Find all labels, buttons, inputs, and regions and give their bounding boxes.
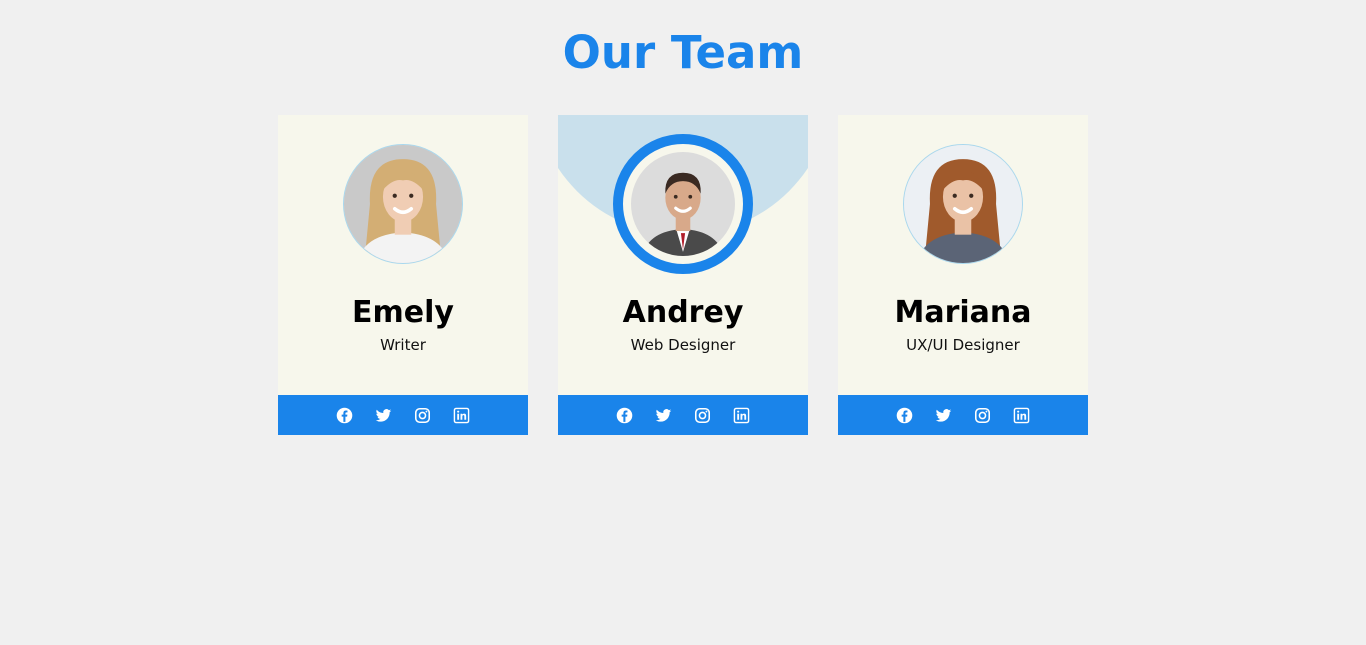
instagram-icon[interactable] [974, 407, 991, 424]
instagram-icon[interactable] [414, 407, 431, 424]
linkedin-icon[interactable] [453, 407, 470, 424]
twitter-icon[interactable] [935, 407, 952, 424]
member-role: Writer [380, 336, 426, 354]
social-bar [558, 395, 808, 435]
member-name: Emely [352, 295, 454, 330]
social-bar [278, 395, 528, 435]
twitter-icon[interactable] [655, 407, 672, 424]
facebook-icon[interactable] [336, 407, 353, 424]
team-card-mariana: Mariana UX/UI Designer [838, 115, 1088, 435]
avatar-image [631, 152, 735, 256]
linkedin-icon[interactable] [733, 407, 750, 424]
avatar-image [344, 145, 462, 263]
facebook-icon[interactable] [616, 407, 633, 424]
avatar [903, 144, 1023, 264]
facebook-icon[interactable] [896, 407, 913, 424]
page-title: Our Team [562, 26, 804, 79]
instagram-icon[interactable] [694, 407, 711, 424]
team-card-emely: Emely Writer [278, 115, 528, 435]
twitter-icon[interactable] [375, 407, 392, 424]
member-role: Web Designer [630, 336, 736, 354]
avatar-image [904, 145, 1022, 263]
avatar [343, 144, 463, 264]
member-name: Andrey [622, 295, 744, 330]
social-bar [838, 395, 1088, 435]
team-card-andrey: Andrey Web Designer [558, 115, 808, 435]
member-role: UX/UI Designer [906, 336, 1020, 354]
linkedin-icon[interactable] [1013, 407, 1030, 424]
team-cards: Emely Writer Andrey Web Designer Mariana… [278, 115, 1088, 435]
avatar [613, 134, 753, 274]
member-name: Mariana [894, 295, 1032, 330]
